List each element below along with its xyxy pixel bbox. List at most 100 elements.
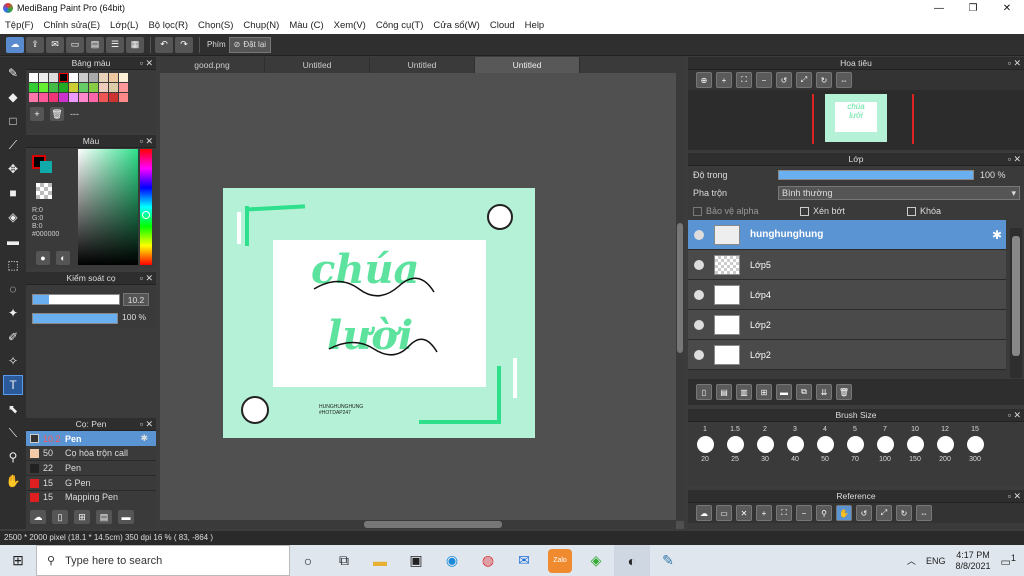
- panel-close-icon[interactable]: ▫ ✕: [1008, 57, 1021, 70]
- ref-hand-icon[interactable]: ✋: [836, 505, 852, 521]
- brush-item[interactable]: 22 Pen: [26, 461, 156, 476]
- zoom-actual-icon[interactable]: ⛶: [736, 72, 752, 88]
- color-mode-icon[interactable]: ●: [36, 251, 50, 265]
- menu-edit[interactable]: Chỉnh sửa(E): [39, 20, 106, 31]
- windows-start-icon[interactable]: ⊞: [0, 545, 36, 576]
- eyedropper-tool-icon[interactable]: ⚲: [3, 447, 23, 467]
- visibility-icon[interactable]: [694, 319, 704, 330]
- store-icon[interactable]: ▣: [398, 545, 434, 576]
- layer-row[interactable]: Lớp2: [688, 340, 1006, 370]
- cloud-icon[interactable]: ☁: [6, 36, 24, 53]
- color-history-icon[interactable]: ◐: [56, 251, 70, 265]
- add-brush-icon[interactable]: ⊞: [74, 510, 90, 524]
- zoom-out-icon[interactable]: −: [756, 72, 772, 88]
- fill-rect-tool-icon[interactable]: ■: [3, 183, 23, 203]
- ref-zoom-out-icon[interactable]: −: [796, 505, 812, 521]
- fit-window-icon[interactable]: ⤢: [796, 72, 812, 88]
- language-indicator[interactable]: ENG: [926, 556, 946, 566]
- divide-tool-icon[interactable]: ⟍: [3, 423, 23, 443]
- tab-good-png[interactable]: good.png: [160, 57, 265, 73]
- tab-untitled-1[interactable]: Untitled: [265, 57, 370, 73]
- saturation-value-picker[interactable]: [78, 149, 138, 265]
- layer-row[interactable]: hunghunghung ✱: [688, 220, 1006, 250]
- cortana-icon[interactable]: ○: [290, 545, 326, 576]
- new-layer-1bit-icon[interactable]: ▥: [736, 384, 752, 400]
- delete-palette-icon[interactable]: 🗑: [50, 107, 64, 121]
- panel-close-icon[interactable]: ▫ ✕: [140, 272, 153, 285]
- navigator-preview[interactable]: chúa lười: [688, 90, 1024, 150]
- page-icon[interactable]: ▤: [86, 36, 104, 53]
- bucket-tool-icon[interactable]: ◈: [3, 207, 23, 227]
- chrome-icon[interactable]: ◍: [470, 545, 506, 576]
- ref-rotate-right-icon[interactable]: ↻: [896, 505, 912, 521]
- menu-color[interactable]: Màu (C): [284, 20, 328, 31]
- operation-tool-icon[interactable]: ⬉: [3, 399, 23, 419]
- lock-checkbox[interactable]: [907, 206, 916, 216]
- merge-layer-icon[interactable]: ⇊: [816, 384, 832, 400]
- brush-item[interactable]: 15 Mapping Pen: [26, 491, 156, 503]
- tray-chevron-up-icon[interactable]: ︿: [907, 554, 916, 567]
- visibility-icon[interactable]: [694, 229, 704, 240]
- ref-flip-icon[interactable]: ⇔: [916, 505, 932, 521]
- layer-settings-icon[interactable]: ✱: [992, 228, 1002, 242]
- notification-icon[interactable]: ▭1: [1001, 553, 1017, 569]
- file-explorer-icon[interactable]: ▬: [362, 545, 398, 576]
- visibility-icon[interactable]: [694, 349, 704, 360]
- menu-tools[interactable]: Công cụ(T): [371, 20, 429, 31]
- rotate-right-icon[interactable]: ↻: [816, 72, 832, 88]
- menu-select[interactable]: Chọn(S): [193, 20, 238, 31]
- tab-untitled-3[interactable]: Untitled: [475, 57, 580, 73]
- menu-file[interactable]: Tệp(F): [0, 20, 39, 31]
- panel-close-icon[interactable]: ▫ ✕: [140, 57, 153, 70]
- select-pen-tool-icon[interactable]: ✐: [3, 327, 23, 347]
- text-icon[interactable]: ▭: [66, 36, 84, 53]
- layer-row[interactable]: Lớp5: [688, 250, 1006, 280]
- layer-list-scrollbar[interactable]: [1010, 228, 1022, 378]
- menu-view[interactable]: Xem(V): [329, 20, 371, 31]
- menu-help[interactable]: Help: [520, 20, 550, 31]
- menu-snap[interactable]: Chụp(N): [238, 20, 284, 31]
- brush-size-grid[interactable]: 1 20 1.5 25 2 30 3 40 4 50 5 70 7 100 10 150 12 2…: [688, 426, 1024, 463]
- grid-icon[interactable]: ▦: [126, 36, 144, 53]
- close-button[interactable]: ✕: [990, 3, 1024, 14]
- zoom-in-icon[interactable]: +: [716, 72, 732, 88]
- menu-cloud[interactable]: Cloud: [485, 20, 520, 31]
- visibility-icon[interactable]: [694, 259, 704, 270]
- ref-fit-window-icon[interactable]: ⤢: [876, 505, 892, 521]
- ref-close-icon[interactable]: ✕: [736, 505, 752, 521]
- ref-fit-icon[interactable]: ⛶: [776, 505, 792, 521]
- menu-layer[interactable]: Lớp(L): [105, 20, 143, 31]
- tab-untitled-2[interactable]: Untitled: [370, 57, 475, 73]
- gradient-tool-icon[interactable]: ▬: [3, 231, 23, 251]
- line-tool-icon[interactable]: ⟋: [3, 135, 23, 155]
- palette-swatches[interactable]: [26, 70, 156, 105]
- brush-item[interactable]: 50 Cọ hòa trộn call: [26, 446, 156, 461]
- redo-icon[interactable]: ↷: [175, 36, 193, 53]
- brush-item[interactable]: 10.2 Pen ✱: [26, 431, 156, 446]
- panel-close-icon[interactable]: ▫ ✕: [1008, 409, 1021, 422]
- delete-layer-icon[interactable]: 🗑: [836, 384, 852, 400]
- menu-filter[interactable]: Bộ lọc(R): [143, 20, 193, 31]
- ref-rotate-left-icon[interactable]: ↺: [856, 505, 872, 521]
- magic-wand-tool-icon[interactable]: ✦: [3, 303, 23, 323]
- ref-cloud-icon[interactable]: ☁: [696, 505, 712, 521]
- add-layer-menu-icon[interactable]: ⊞: [756, 384, 772, 400]
- layer-folder-icon[interactable]: ▬: [776, 384, 792, 400]
- brush-cloud-icon[interactable]: ☁: [30, 510, 46, 524]
- new-brush-icon[interactable]: ▯: [52, 510, 68, 524]
- rotate-left-icon[interactable]: ↺: [776, 72, 792, 88]
- protect-alpha-checkbox[interactable]: [693, 206, 702, 216]
- taskbar-search[interactable]: ⚲ Type here to search: [36, 545, 290, 576]
- zalo-icon[interactable]: Zalo: [542, 545, 578, 576]
- reset-button[interactable]: ⊘ Đặt lại: [228, 36, 272, 53]
- zoom-fit-icon[interactable]: ⊕: [696, 72, 712, 88]
- medibang-icon[interactable]: ◐: [614, 545, 650, 576]
- canvas-horizontal-scrollbar[interactable]: [160, 520, 676, 529]
- maximize-button[interactable]: ❐: [956, 3, 990, 14]
- mail-icon[interactable]: ✉: [506, 545, 542, 576]
- minimize-button[interactable]: —: [922, 3, 956, 14]
- layer-opacity-slider[interactable]: [778, 170, 974, 180]
- select-rect-tool-icon[interactable]: ⬚: [3, 255, 23, 275]
- share-icon[interactable]: ⇪: [26, 36, 44, 53]
- duplicate-layer-icon[interactable]: ⧉: [796, 384, 812, 400]
